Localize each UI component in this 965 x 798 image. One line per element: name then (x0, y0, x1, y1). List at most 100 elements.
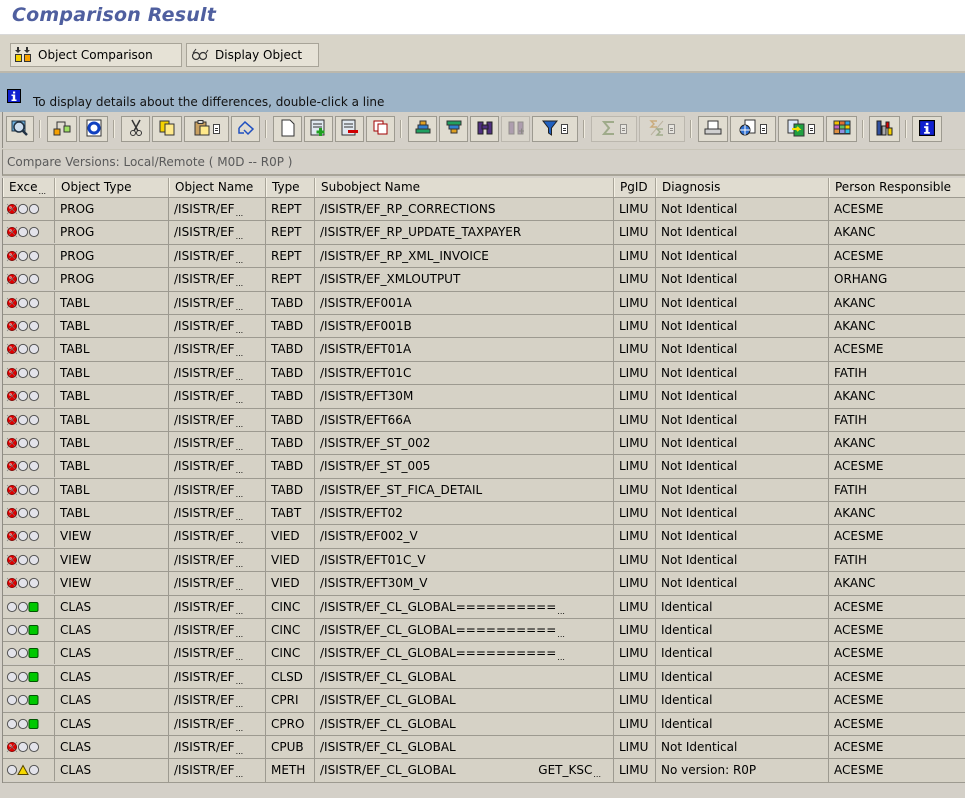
subobject-name-cell: /ISISTR/EF_CL_GLOBAL========== (315, 595, 614, 619)
object-name-cell: /ISISTR/EF (169, 268, 266, 291)
type-cell: REPT (266, 221, 315, 244)
table-row[interactable]: CLAS/ISISTR/EFCPRI/ISISTR/EF_CL_GLOBAL LI… (3, 689, 965, 713)
table-row[interactable]: TABL/ISISTR/EFTABD/ISISTR/EF_ST_FICA_DET… (3, 478, 965, 503)
paste-button[interactable] (184, 116, 229, 142)
object-type-cell: TABL (55, 291, 169, 314)
table-row[interactable]: TABL/ISISTR/EFTABD/ISISTR/EFT01C LIMUNot … (3, 361, 965, 386)
display-object-button[interactable]: Display Object (186, 43, 319, 67)
new-document-button[interactable] (273, 116, 302, 142)
status-light (3, 314, 55, 337)
table-row[interactable]: CLAS/ISISTR/EFCINC/ISISTR/EF_CL_GLOBAL==… (3, 619, 965, 643)
table-row[interactable]: TABL/ISISTR/EFTABD/ISISTR/EF_ST_005 LIMUN… (3, 455, 965, 479)
object-type-cell: CLAS (55, 642, 169, 665)
traffic-light-yellow-icon (3, 764, 42, 776)
table-row[interactable]: CLAS/ISISTR/EFMETH/ISISTR/EF_CL_GLOBAL GE… (3, 759, 965, 783)
column-header-subobject-name[interactable]: Subobject Name (315, 178, 614, 197)
column-header-object-name[interactable]: Object Name (169, 178, 266, 197)
person-responsible-cell: ACESME (829, 735, 965, 759)
info-button[interactable] (912, 116, 942, 142)
pgid-cell: LIMU (614, 385, 656, 408)
delete-row-button[interactable] (335, 116, 364, 142)
table-row[interactable]: VIEW/ISISTR/EFVIED/ISISTR/EF002_V LIMUNot… (3, 525, 965, 549)
pgid-cell: LIMU (614, 572, 656, 595)
layout-button[interactable] (826, 116, 857, 142)
undo-button[interactable] (231, 116, 260, 142)
details-button[interactable] (6, 116, 34, 142)
print-button[interactable] (698, 116, 728, 142)
paste-menu-icon[interactable] (212, 124, 220, 134)
subobject-name-cell: /ISISTR/EF_CL_GLOBAL (315, 735, 614, 759)
table-row[interactable]: TABL/ISISTR/EFTABD/ISISTR/EFT30M LIMUNot … (3, 385, 965, 409)
object-name-cell: /ISISTR/EF (169, 595, 266, 619)
table-row[interactable]: CLAS/ISISTR/EFCLSD/ISISTR/EF_CL_GLOBAL LI… (3, 665, 965, 690)
total-menu-icon[interactable] (620, 124, 627, 134)
column-header-diagnosis[interactable]: Diagnosis (656, 178, 829, 197)
display-object-label: Display Object (215, 48, 303, 62)
status-light (3, 338, 55, 361)
table-row[interactable]: TABL/ISISTR/EFTABD/ISISTR/EF001A LIMUNot … (3, 291, 965, 315)
table-row[interactable]: CLAS/ISISTR/EFCINC/ISISTR/EF_CL_GLOBAL==… (3, 642, 965, 666)
table-row[interactable]: TABL/ISISTR/EFTABD/ISISTR/EFT66A LIMUNot … (3, 408, 965, 432)
object-type-cell: TABL (55, 478, 169, 502)
refresh-button[interactable] (79, 116, 108, 142)
cut-button[interactable] (121, 116, 150, 142)
column-header-type[interactable]: Type (266, 178, 315, 197)
type-cell: CLSD (266, 665, 315, 689)
export-menu-icon[interactable] (808, 124, 815, 134)
pgid-cell: LIMU (614, 712, 656, 735)
graphic-button[interactable] (869, 116, 900, 142)
subobject-name-text: /ISISTR/EFT30M_V (320, 576, 428, 591)
table-row[interactable]: TABL/ISISTR/EFTABD/ISISTR/EF001B LIMUNot … (3, 314, 965, 339)
status-light (3, 665, 55, 688)
traffic-light-red-icon (3, 320, 42, 332)
column-header-object-type[interactable]: Object Type (55, 178, 169, 197)
copy-button[interactable] (152, 116, 182, 142)
object-comparison-button[interactable]: Object Comparison (10, 43, 182, 67)
object-type-cell: VIEW (55, 572, 169, 595)
traffic-light-green-icon (3, 718, 42, 730)
subobject-name-cell: /ISISTR/EF_CL_GLOBAL========== (315, 642, 614, 665)
views-button[interactable] (730, 116, 776, 142)
table-row[interactable]: VIEW/ISISTR/EFVIED/ISISTR/EFT01C_V LIMUNo… (3, 548, 965, 573)
filter-button[interactable] (532, 116, 578, 142)
subtotal-button[interactable] (639, 116, 685, 142)
table-row[interactable]: PROG/ISISTR/EFREPT/ISISTR/EF_RP_CORRECTI… (3, 198, 965, 222)
column-header-person-responsible[interactable]: Person Responsible (829, 178, 965, 197)
info-icon (7, 89, 21, 106)
diagnosis-cell: Not Identical (656, 361, 829, 385)
table-row[interactable]: PROG/ISISTR/EFREPT/ISISTR/EF_XMLOUTPUT LI… (3, 268, 965, 292)
status-light (3, 431, 55, 454)
filter-menu-icon[interactable] (561, 124, 568, 134)
object-name-cell: /ISISTR/EF (169, 408, 266, 431)
table-row[interactable]: VIEW/ISISTR/EFVIED/ISISTR/EFT30M_V LIMUNo… (3, 572, 965, 596)
table-row[interactable]: PROG/ISISTR/EFREPT/ISISTR/EF_RP_UPDATE_T… (3, 221, 965, 245)
object-name-cell: /ISISTR/EF (169, 572, 266, 595)
total-button[interactable] (591, 116, 637, 142)
table-row[interactable]: CLAS/ISISTR/EFCPUB/ISISTR/EF_CL_GLOBAL LI… (3, 735, 965, 760)
column-header-exception[interactable]: Exce (3, 178, 55, 197)
table-row[interactable]: TABL/ISISTR/EFTABD/ISISTR/EF_ST_002 LIMUN… (3, 431, 965, 456)
diagnosis-cell: Identical (656, 689, 829, 712)
sort-descending-button[interactable] (439, 116, 468, 142)
table-row[interactable]: TABL/ISISTR/EFTABT/ISISTR/EFT02 LIMUNot I… (3, 502, 965, 526)
traffic-light-red-icon (3, 390, 42, 402)
object-name-cell: /ISISTR/EF (169, 735, 266, 759)
table-row[interactable]: PROG/ISISTR/EFREPT/ISISTR/EF_RP_XML_INVO… (3, 244, 965, 269)
table-row[interactable]: CLAS/ISISTR/EFCPRO/ISISTR/EF_CL_GLOBAL LI… (3, 712, 965, 736)
export-button[interactable] (778, 116, 824, 142)
column-header-pgid[interactable]: PgID (614, 178, 656, 197)
duplicate-row-button[interactable] (366, 116, 395, 142)
table-row[interactable]: CLAS/ISISTR/EFCINC/ISISTR/EF_CL_GLOBAL==… (3, 595, 965, 620)
insert-row-button[interactable] (304, 116, 333, 142)
find-next-button[interactable] (501, 116, 530, 142)
pgid-cell: LIMU (614, 525, 656, 548)
subtotal-menu-icon[interactable] (668, 124, 675, 134)
table-row[interactable]: TABL/ISISTR/EFTABD/ISISTR/EFT01A LIMUNot … (3, 338, 965, 362)
diagnosis-cell: Not Identical (656, 502, 829, 525)
person-responsible-cell: ACESME (829, 642, 965, 665)
sort-ascending-button[interactable] (408, 116, 437, 142)
views-menu-icon[interactable] (760, 124, 767, 134)
find-button[interactable] (470, 116, 499, 142)
type-cell: CPRI (266, 689, 315, 712)
hierarchy-button[interactable] (47, 116, 77, 142)
